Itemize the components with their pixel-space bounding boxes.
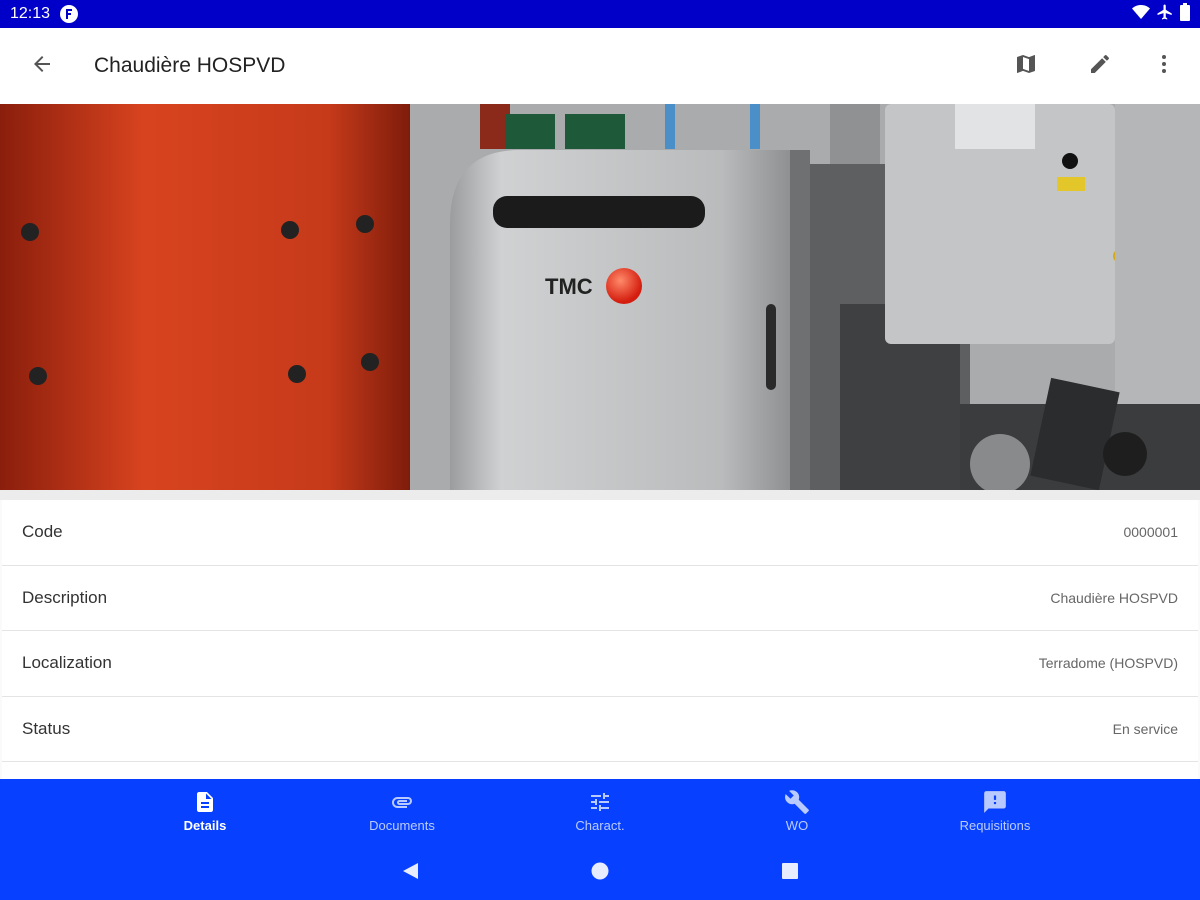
system-recents-button[interactable] [770,857,810,889]
recents-square-icon [781,862,799,885]
battery-icon [1180,2,1190,26]
wrench-icon [784,789,810,815]
tune-icon [588,789,612,815]
document-icon [193,789,217,815]
tab-label: WO [785,818,809,833]
tab-requisitions[interactable]: Requisitions [925,789,1065,845]
tab-label: Charact. [575,818,625,833]
map-icon [1014,52,1038,81]
airplane-icon [1156,3,1174,26]
wifi-icon [1132,4,1150,25]
detail-row-localization: Localization Terradome (HOSPVD) [2,631,1198,697]
back-button[interactable] [0,28,84,104]
detail-label: Description [22,587,108,607]
detail-label: Status [22,718,71,738]
app-bar: Chaudière HOSPVD [0,28,1200,104]
tab-charact[interactable]: Charact. [530,789,670,845]
tab-documents[interactable]: Documents [332,789,472,845]
equipment-photo: TMC [0,104,1200,490]
detail-row-description: Description Chaudière HOSPVD [2,566,1198,631]
detail-row-status: Status En service [2,697,1198,762]
details-list: Code 0000001 Description Chaudière HOSPV… [2,500,1198,779]
edit-icon [1088,52,1112,81]
detail-value: En service [1112,720,1178,737]
f-circle-icon [60,5,79,23]
detail-label: Code [22,522,63,542]
detail-value: Chaudière HOSPVD [1050,589,1178,606]
more-vert-icon [1152,52,1176,81]
tab-label: Requisitions [959,818,1031,833]
arrow-back-icon [30,52,54,81]
detail-label: Localization [22,653,112,673]
page-title: Chaudière HOSPVD [94,54,286,77]
system-navigation [0,857,1200,889]
attachment-icon [389,789,415,815]
tab-wo[interactable]: WO [727,789,867,845]
edit-button[interactable] [1070,36,1130,96]
boiler-brand-logo: TMC [545,274,593,299]
tab-label: Documents [369,818,435,833]
detail-value: 0000001 [1123,524,1178,541]
detail-value: Terradome (HOSPVD) [1038,655,1178,672]
system-home-button[interactable] [580,857,620,889]
map-button[interactable] [996,36,1056,96]
tab-details[interactable]: Details [135,789,275,845]
more-options-button[interactable] [1144,36,1184,96]
detail-row-code: Code 0000001 [2,500,1198,566]
status-time: 12:13 [10,5,51,22]
feedback-icon [982,789,1008,815]
tab-label: Details [183,818,227,833]
bottom-navigation: Details Documents Charact. WO Requisitio… [0,779,1200,900]
divider [0,490,1200,500]
system-back-button[interactable] [390,857,430,889]
status-bar: 12:13 [0,0,1200,28]
back-triangle-icon [401,862,419,885]
home-circle-icon [591,862,609,885]
